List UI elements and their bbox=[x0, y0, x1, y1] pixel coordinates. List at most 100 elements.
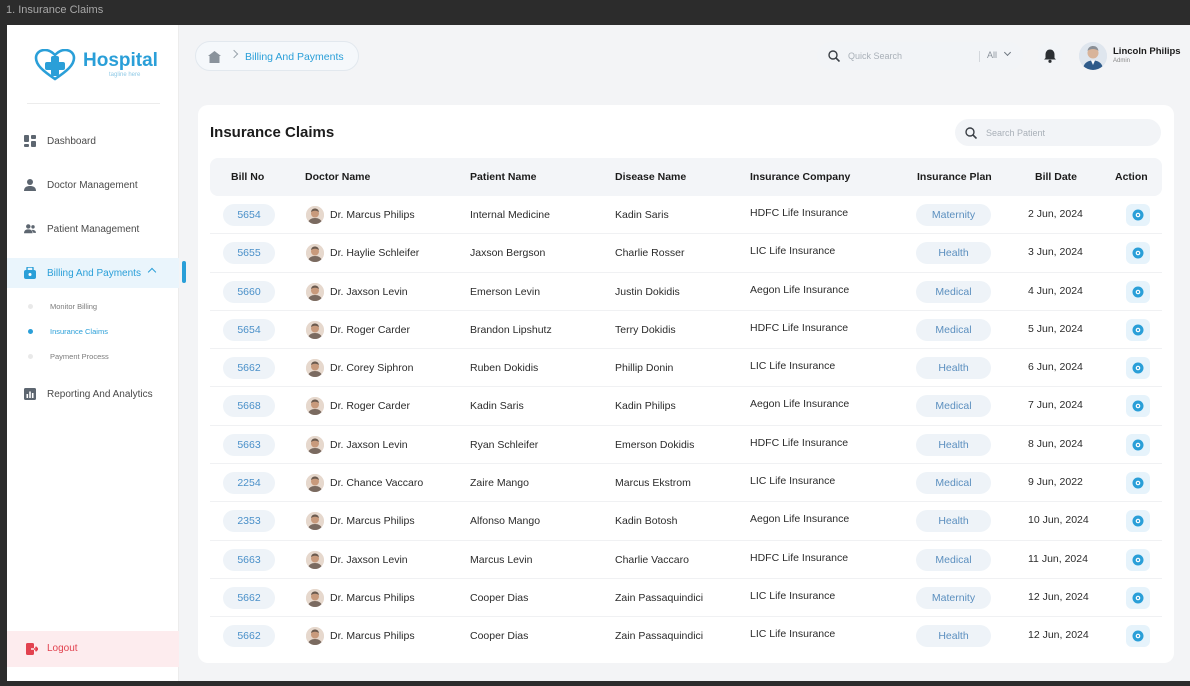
doctor-photo bbox=[306, 282, 324, 301]
view-button[interactable] bbox=[1126, 357, 1150, 380]
sidebar-item-patient-management[interactable]: Patient Management bbox=[7, 214, 179, 244]
table-row[interactable]: 5654 Dr. Roger Carder Brandon Lipshutz Terr… bbox=[210, 311, 1162, 350]
user-avatar[interactable] bbox=[1079, 42, 1107, 70]
column-header-bill-date[interactable]: Bill Date bbox=[1035, 171, 1077, 183]
bill-number-link[interactable]: 5668 bbox=[223, 395, 275, 418]
table-row[interactable]: 5662 Dr. Corey Siphron Ruben Dokidis Philli… bbox=[210, 349, 1162, 388]
table-row[interactable]: 5663 Dr. Jaxson Levin Marcus Levin Charlie … bbox=[210, 541, 1162, 579]
brand-logo[interactable]: Hospital tagline here bbox=[33, 49, 158, 81]
table-row[interactable]: 5654 Dr. Marcus Philips Internal Medicine K… bbox=[210, 196, 1162, 235]
sidebar-item-reporting-and-analytics[interactable]: Reporting And Analytics bbox=[7, 379, 179, 409]
disease-name-cell: Charlie Vaccaro bbox=[615, 553, 689, 566]
chart-icon bbox=[24, 388, 36, 400]
doctor-avatar bbox=[306, 206, 324, 224]
table-row[interactable]: 5655 Dr. Haylie Schleifer Jaxson Bergson Ch… bbox=[210, 234, 1162, 273]
view-button[interactable] bbox=[1126, 510, 1150, 533]
doctor-photo bbox=[306, 512, 324, 531]
logout-button[interactable]: Logout bbox=[7, 631, 179, 667]
table-row[interactable]: 2254 Dr. Chance Vaccaro Zaire Mango Marcus … bbox=[210, 464, 1162, 503]
chevron-up-icon[interactable] bbox=[147, 267, 157, 277]
doctor-avatar bbox=[306, 282, 324, 301]
insurance-company-cell: LIC Life Insurance bbox=[750, 589, 836, 602]
view-button[interactable] bbox=[1126, 548, 1150, 571]
column-header-bill-no[interactable]: Bill No bbox=[231, 171, 264, 183]
column-header-doctor-name[interactable]: Doctor Name bbox=[305, 171, 370, 183]
disease-name-cell: Kadin Philips bbox=[615, 400, 676, 413]
insurance-plan-badge: Health bbox=[916, 433, 991, 456]
bill-number-link[interactable]: 5654 bbox=[223, 318, 275, 341]
notifications-button[interactable] bbox=[1038, 42, 1062, 70]
doctor-avatar bbox=[306, 320, 324, 339]
bill-number-link[interactable]: 5654 bbox=[223, 204, 275, 226]
insurance-plan-badge: Maternity bbox=[916, 586, 991, 609]
divider bbox=[27, 103, 160, 104]
view-button[interactable] bbox=[1126, 625, 1150, 648]
bill-number-link[interactable]: 5662 bbox=[223, 625, 275, 648]
column-header-patient-name[interactable]: Patient Name bbox=[470, 171, 537, 183]
insurance-company-cell: Aegon Life Insurance bbox=[750, 513, 850, 526]
search-icon bbox=[828, 50, 840, 62]
column-header-insurance-plan[interactable]: Insurance Plan bbox=[917, 171, 992, 183]
sidebar-item-dashboard[interactable]: Dashboard bbox=[7, 126, 179, 156]
bill-number-link[interactable]: 2353 bbox=[223, 510, 275, 533]
table-row[interactable]: 5662 Dr. Marcus Philips Cooper Dias Zain Pa… bbox=[210, 617, 1162, 655]
doctor-name-cell: Dr. Marcus Philips bbox=[330, 591, 415, 604]
doctor-photo bbox=[306, 359, 324, 378]
doctor-avatar bbox=[306, 550, 324, 569]
view-button[interactable] bbox=[1126, 433, 1150, 456]
insurance-company-cell: HDFC Life Insurance bbox=[750, 321, 849, 334]
sidebar-subitem-insurance-claims[interactable]: Insurance Claims bbox=[7, 323, 179, 341]
disease-name-cell: Kadin Saris bbox=[615, 209, 669, 221]
sidebar-item-doctor-management[interactable]: Doctor Management bbox=[7, 170, 179, 200]
doctor-icon bbox=[24, 179, 36, 191]
doctor-avatar bbox=[306, 397, 324, 416]
sidebar-item-label: Dashboard bbox=[47, 135, 96, 147]
bill-number-link[interactable]: 5663 bbox=[223, 433, 275, 456]
dashboard-icon bbox=[24, 135, 36, 147]
breadcrumb-current[interactable]: Billing And Payments bbox=[245, 51, 344, 63]
sidebar-subitem-label: Monitor Billing bbox=[50, 302, 98, 311]
doctor-photo bbox=[306, 474, 324, 493]
search-filter-select[interactable]: All bbox=[987, 50, 997, 60]
bill-number-link[interactable]: 5663 bbox=[223, 548, 275, 571]
sidebar-item-billing-and-payments[interactable]: Billing And Payments bbox=[7, 258, 186, 288]
bill-number-link[interactable]: 5662 bbox=[223, 357, 275, 380]
quick-search-input[interactable] bbox=[848, 48, 968, 64]
table-row[interactable]: 5668 Dr. Roger Carder Kadin Saris Kadin Phi… bbox=[210, 387, 1162, 426]
bill-number-link[interactable]: 2254 bbox=[223, 472, 275, 495]
table-row[interactable]: 5662 Dr. Marcus Philips Cooper Dias Zain Pa… bbox=[210, 579, 1162, 618]
doctor-avatar bbox=[306, 588, 324, 607]
eye-icon bbox=[1132, 209, 1144, 221]
bill-number-link[interactable]: 5662 bbox=[223, 586, 275, 609]
view-button[interactable] bbox=[1126, 395, 1150, 418]
doctor-photo bbox=[306, 320, 324, 339]
logout-icon bbox=[26, 643, 38, 655]
view-button[interactable] bbox=[1126, 318, 1150, 341]
doctor-name-cell: Dr. Jaxson Levin bbox=[330, 285, 408, 298]
dot-icon bbox=[28, 354, 33, 359]
column-header-disease-name[interactable]: Disease Name bbox=[615, 171, 686, 183]
table-row[interactable]: 5660 Dr. Jaxson Levin Emerson Levin Justin … bbox=[210, 273, 1162, 311]
view-button[interactable] bbox=[1126, 280, 1150, 303]
view-button[interactable] bbox=[1126, 472, 1150, 495]
chevron-down-icon[interactable] bbox=[1003, 48, 1012, 57]
table-row[interactable]: 2353 Dr. Marcus Philips Alfonso Mango Kadin… bbox=[210, 502, 1162, 541]
bill-date-cell: 7 Jun, 2024 bbox=[1028, 399, 1083, 412]
view-button[interactable] bbox=[1126, 586, 1150, 609]
bill-number-link[interactable]: 5660 bbox=[223, 280, 275, 303]
table-row[interactable]: 5663 Dr. Jaxson Levin Ryan Schleifer Emerso… bbox=[210, 426, 1162, 465]
eye-icon bbox=[1132, 515, 1144, 527]
view-button[interactable] bbox=[1126, 242, 1150, 265]
home-icon[interactable] bbox=[208, 51, 221, 63]
sidebar-subitem-monitor-billing[interactable]: Monitor Billing bbox=[7, 298, 179, 316]
patient-name-cell: Jaxson Bergson bbox=[470, 247, 546, 260]
insurance-company-cell: HDFC Life Insurance bbox=[750, 551, 849, 564]
doctor-photo bbox=[306, 435, 324, 454]
view-button[interactable] bbox=[1126, 204, 1150, 226]
column-header-insurance-company[interactable]: Insurance Company bbox=[750, 171, 850, 183]
sidebar-subitem-payment-process[interactable]: Payment Process bbox=[7, 348, 179, 366]
bill-number-link[interactable]: 5655 bbox=[223, 242, 275, 265]
sidebar-subitem-label: Insurance Claims bbox=[50, 327, 108, 336]
patient-search-input[interactable] bbox=[986, 125, 1146, 141]
insurance-claims-card: Insurance Claims Bill No Doctor Name Pat… bbox=[198, 105, 1174, 663]
